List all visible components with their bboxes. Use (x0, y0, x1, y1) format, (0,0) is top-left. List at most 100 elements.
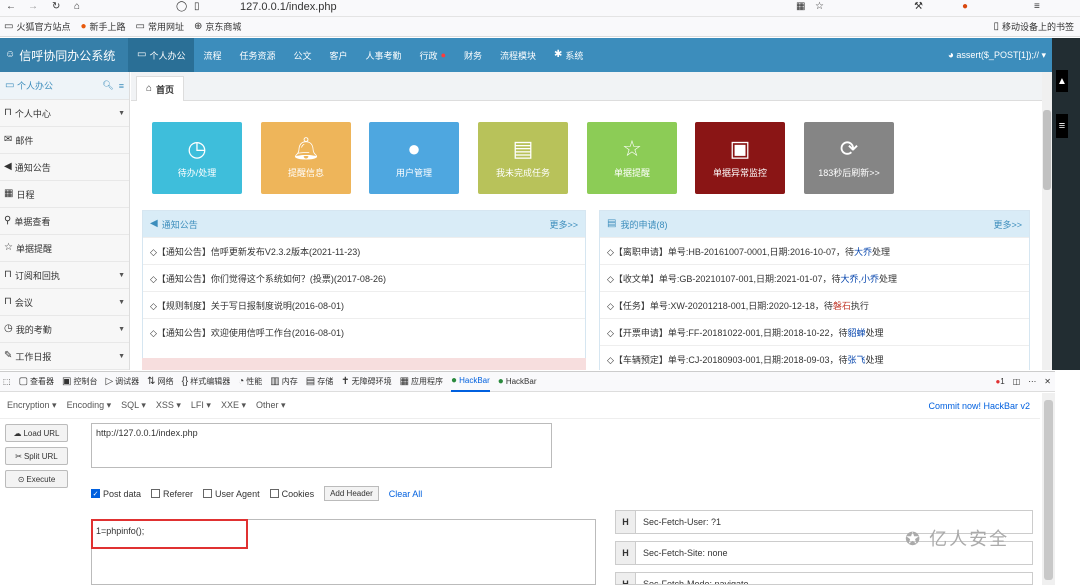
list-item[interactable]: ◇【任务】单号:XW-20201218-001,日期:2020-12-18，待磐… (600, 291, 1029, 318)
tab-accessibility[interactable]: ✝ 无障碍环境 (341, 376, 391, 387)
tab-storage[interactable]: ▤ 存储 (306, 376, 333, 387)
nav-item-task[interactable]: 任务资源 (230, 38, 284, 72)
tile-users[interactable]: ● 用户管理 (369, 122, 459, 194)
tab-network[interactable]: ⇅ 网络 (147, 376, 173, 387)
list-item[interactable]: ◇【收文单】单号:GB-20210107-001,日期:2021-01-07，待… (600, 264, 1029, 291)
nav-item-admin[interactable]: 行政 ● (411, 38, 455, 72)
nav-item-flow[interactable]: 流程 (194, 38, 230, 72)
referer-checkbox[interactable]: Referer (151, 489, 193, 499)
tile-reminder[interactable]: 🔔︎ 提醒信息 (261, 122, 351, 194)
user-agent-checkbox[interactable]: User Agent (203, 489, 260, 499)
tab-hackbar-1[interactable]: ● HackBar (451, 372, 490, 392)
bookmark-item[interactable]: ● 新手上路 (80, 20, 125, 33)
split-url-button[interactable]: ✂ Split URL (5, 447, 68, 465)
tile-bill-remind[interactable]: ☆ 单据提醒 (587, 122, 677, 194)
menu-encryption[interactable]: Encryption ▾ (7, 400, 57, 411)
nav-item-module[interactable]: 流程模块 (491, 38, 545, 72)
devtools-picker-icon[interactable]: ⬚ (3, 377, 11, 386)
notice-more-link[interactable]: 更多>> (549, 218, 578, 231)
bookmark-item[interactable]: ▭ 火狐官方站点 (4, 20, 70, 33)
list-item[interactable]: ◇【通知公告】欢迎使用信呼工作台(2016-08-01) (143, 318, 585, 345)
list-item[interactable]: ◇【开票申请】单号:FF-20181022-001,日期:2018-10-22，… (600, 318, 1029, 345)
sidebar-item-meeting[interactable]: ⊓ 会议 ▼ (0, 289, 129, 316)
bookmark-item[interactable]: ⊕ 京东商城 (194, 20, 241, 33)
post-data-checkbox[interactable]: ✓ Post data (91, 489, 141, 499)
bookmark-item[interactable]: ▭ 常用网址 (136, 20, 184, 33)
content-scrollbar-thumb[interactable] (1043, 110, 1051, 190)
sidebar-item-subscribe[interactable]: ⊓ 订阅和回执 ▼ (0, 262, 129, 289)
sidebar-item-docs[interactable]: ⚲ 单据查看 (0, 208, 129, 235)
reload-icon[interactable]: ↻ (52, 2, 60, 12)
shield-icon[interactable]: ◯ (176, 2, 187, 12)
tab-style-editor[interactable]: {} 样式编辑器 (182, 376, 231, 387)
list-icon[interactable]: ≡ (119, 81, 124, 91)
nav-item-customer[interactable]: 客户 (321, 38, 357, 72)
list-item[interactable]: ◇【离职申请】单号:HB-20161007-0001,日期:2016-10-07… (600, 237, 1029, 264)
list-item[interactable]: ◇【车辆预定】单号:CJ-20180903-001,日期:2018-09-03，… (600, 345, 1029, 370)
header-row[interactable]: H Sec-Fetch-Mode: navigate (615, 572, 1033, 585)
apply-more-link[interactable]: 更多>> (993, 218, 1022, 231)
forward-icon[interactable]: → (28, 2, 38, 12)
scroll-up-button[interactable]: ▲ (1056, 70, 1068, 92)
mobile-bookmarks[interactable]: ▯ 移动设备上的书签 (993, 20, 1080, 33)
close-icon[interactable]: ✕ (1044, 377, 1051, 386)
menu-xss[interactable]: XSS ▾ (156, 400, 181, 411)
nav-item-personal[interactable]: ▭ 个人办公 (128, 38, 195, 72)
tab-inspector[interactable]: ▢ 查看器 (19, 376, 54, 387)
load-url-button[interactable]: ☁ Load URL (5, 424, 68, 442)
add-header-button[interactable]: Add Header (324, 486, 379, 501)
menu-other[interactable]: Other ▾ (256, 400, 286, 411)
tab-debugger[interactable]: ▷ 调试器 (105, 376, 139, 387)
menu-sql[interactable]: SQL ▾ (121, 400, 146, 411)
cookies-checkbox[interactable]: Cookies (269, 489, 314, 499)
brand[interactable]: ☺ 信呼协同办公系统 (0, 38, 128, 72)
tile-todo[interactable]: ◷ 待办/处理 (152, 122, 242, 194)
tab-application[interactable]: ▦ 应用程序 (400, 376, 443, 387)
devtools-scrollbar-thumb[interactable] (1044, 400, 1053, 580)
menu-lfi[interactable]: LFI ▾ (191, 400, 211, 411)
qr-icon[interactable]: ▦ (796, 2, 805, 12)
commit-link[interactable]: Commit now! HackBar v2 (928, 401, 1030, 411)
star-icon: ☆ (4, 242, 13, 253)
tab-performance[interactable]: ◔ 性能 (238, 376, 262, 387)
menu-icon[interactable]: ≡ (1034, 2, 1040, 12)
sidebar-item-mail[interactable]: ✉ 邮件 (0, 127, 129, 154)
more-icon[interactable]: ⋯ (1028, 377, 1036, 386)
tab-home[interactable]: ⌂ 首页 (136, 76, 185, 101)
list-item[interactable]: ◇【通知公告】信呼更新发布V2.3.2版本(2021-11-23) (143, 237, 585, 264)
extension-icon[interactable]: ⚒ (914, 2, 923, 12)
sidebar-item-remind[interactable]: ☆ 单据提醒 (0, 235, 129, 262)
sidebar-item-notice[interactable]: ◀︎ 通知公告 (0, 154, 129, 181)
tab-console[interactable]: ▣ 控制台 (62, 376, 97, 387)
execute-button[interactable]: ⊙ Execute (5, 470, 68, 488)
tab-hackbar-2[interactable]: ● HackBar (498, 376, 537, 387)
nav-item-hr[interactable]: 人事考勤 (357, 38, 411, 72)
sidebar-item-schedule[interactable]: ▦ 日程 (0, 181, 129, 208)
star-icon[interactable]: ☆ (815, 2, 824, 12)
back-icon[interactable]: ← (6, 2, 16, 12)
sidebar-item-attendance[interactable]: ◷ 我的考勤 ▼ (0, 316, 129, 343)
tile-refresh[interactable]: ⟳ 183秒后刷新>> (804, 122, 894, 194)
tile-tasks[interactable]: ▤ 我未完成任务 (478, 122, 568, 194)
sidebar-item-daily[interactable]: ✎ 工作日报 ▼ (0, 343, 129, 370)
url-textarea[interactable]: http://127.0.0.1/index.php (91, 423, 552, 468)
menu-xxe[interactable]: XXE ▾ (221, 400, 246, 411)
list-item[interactable]: ◇【通知公告】你们觉得这个系统如何？(投票)(2017-08-26) (143, 264, 585, 291)
clear-all-link[interactable]: Clear All (389, 489, 423, 499)
search-icon[interactable]: 🔍︎ (102, 80, 113, 91)
menu-encoding[interactable]: Encoding ▾ (67, 400, 112, 411)
sidebar-item-center[interactable]: ⊓ 个人中心 ▼ (0, 100, 129, 127)
side-menu-icon[interactable]: ≡ (1056, 114, 1068, 138)
nav-item-finance[interactable]: 财务 (455, 38, 491, 72)
firefox-account-icon[interactable]: ● (962, 2, 968, 12)
nav-item-system[interactable]: ✱ 系统 (545, 38, 592, 72)
address-text[interactable]: 127.0.0.1/index.php (240, 1, 337, 13)
user-menu[interactable]: ◕ assert($_POST[1]);// ▾ (948, 50, 1052, 61)
nav-item-doc[interactable]: 公文 (285, 38, 321, 72)
list-item[interactable]: ◇【规则制度】关于写日报制度说明(2016-08-01) (143, 291, 585, 318)
tile-monitor[interactable]: ▣ 单据异常监控 (695, 122, 785, 194)
dock-icon[interactable]: ◫ (1013, 377, 1021, 386)
error-badge[interactable]: ●1 (995, 377, 1004, 386)
home-icon[interactable]: ⌂ (74, 2, 80, 12)
tab-memory[interactable]: ▥ 内存 (270, 376, 297, 387)
